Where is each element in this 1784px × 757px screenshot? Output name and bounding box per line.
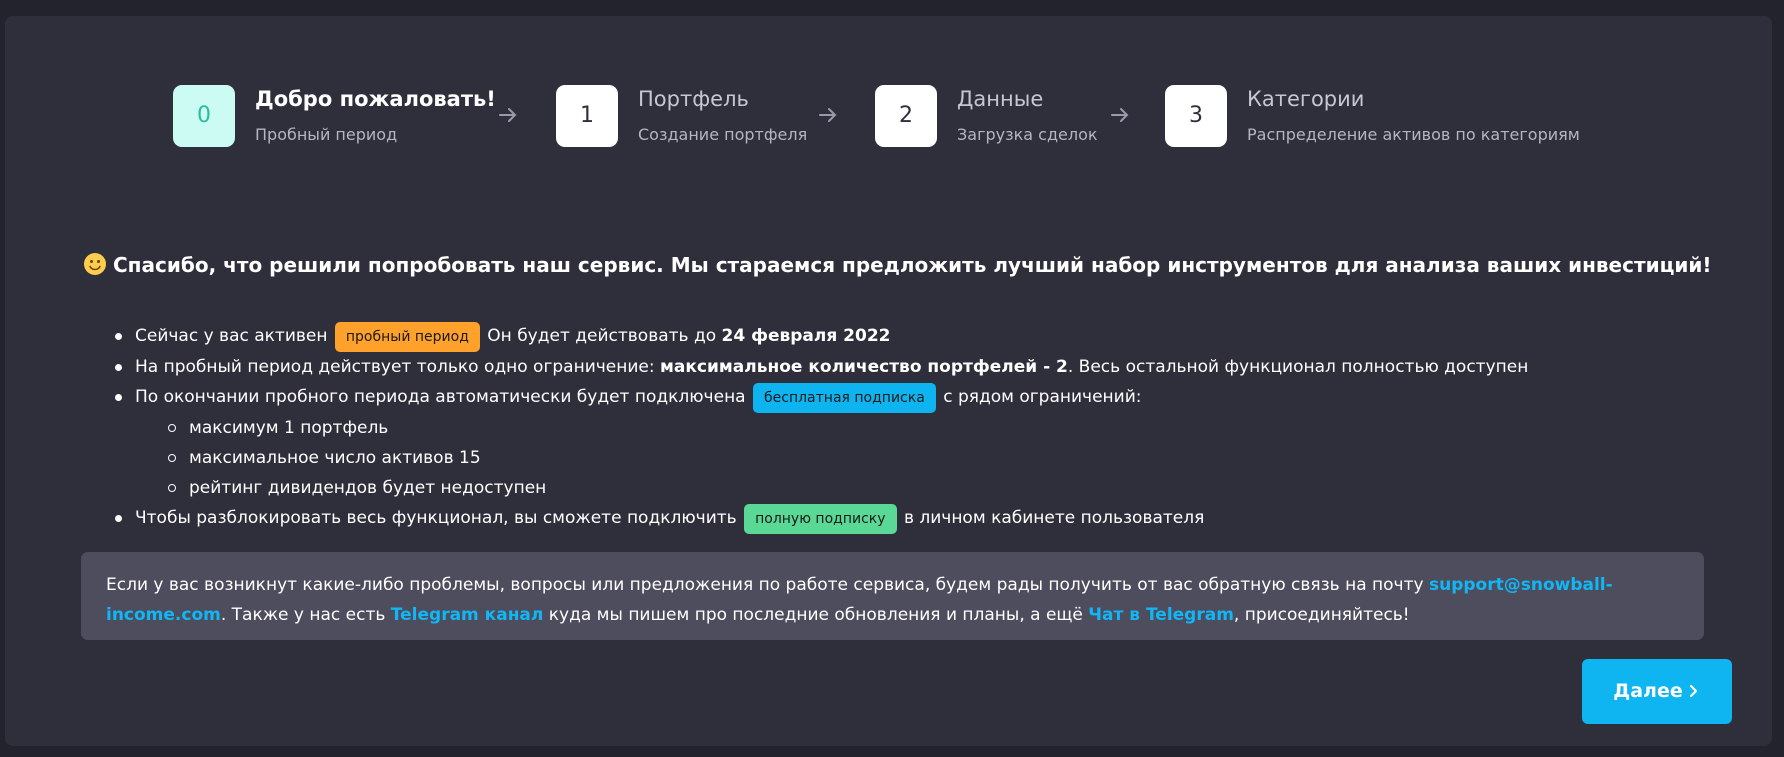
list-item: По окончании пробного периода автоматиче… [111,382,1528,413]
list-item: Чтобы разблокировать весь функционал, вы… [111,503,1528,534]
onboarding-stepper: 0 Добро пожаловать! Пробный период 1 Пор… [173,85,1772,149]
step-number: 2 [875,85,937,147]
info-text: , присоединяйтесь! [1233,605,1410,625]
support-info-box: Если у вас возникнут какие-либо проблемы… [81,552,1704,640]
list-item: На пробный период действует только одно … [111,352,1528,382]
welcome-heading: Спасибо, что решили попробовать наш серв… [83,252,1712,277]
list-text-bold: максимальное количество портфелей - 2 [660,357,1068,377]
full-subscription-badge: полную подписку [744,504,897,534]
step-subtitle: Создание портфеля [638,125,808,144]
list-text: в личном кабинете пользователя [903,508,1205,528]
list-item: Сейчас у вас активен пробный период Он б… [111,321,1528,352]
list-text: Чтобы разблокировать весь функционал, вы… [135,508,737,528]
step-number: 3 [1165,85,1227,147]
heading-text: Спасибо, что решили попробовать наш серв… [113,253,1712,277]
info-text: . Также у нас есть [220,605,386,625]
list-text: с рядом ограничений: [943,387,1142,407]
welcome-panel: 0 Добро пожаловать! Пробный период 1 Пор… [5,16,1772,746]
list-text: . Весь остальной функционал полностью до… [1067,357,1529,377]
arrow-right-icon [496,103,520,127]
telegram-chat-link[interactable]: Чат в Telegram [1088,605,1234,625]
info-list: Сейчас у вас активен пробный период Он б… [111,321,1528,534]
next-button-label: Далее [1613,680,1683,702]
list-text: Он будет действовать до [487,326,717,346]
step-title: Категории [1247,87,1365,111]
sub-list-item: рейтинг дивидендов будет недоступен [111,473,1528,503]
list-text: На пробный период действует только одно … [135,357,655,377]
arrow-right-icon [816,103,840,127]
sub-list-item: максимальное число активов 15 [111,443,1528,473]
sub-list-item: максимум 1 портфель [111,413,1528,443]
smiley-icon [83,252,107,276]
step-number: 1 [556,85,618,147]
info-text: куда мы пишем про последние обновления и… [548,605,1083,625]
trial-period-badge: пробный период [334,322,480,352]
chevron-right-icon [1687,660,1701,698]
info-text: Если у вас возникнут какие-либо проблемы… [106,575,1424,595]
trial-end-date: 24 февраля 2022 [721,326,891,346]
step-subtitle: Распределение активов по категориям [1247,125,1580,144]
telegram-channel-link[interactable]: Telegram канал [391,605,544,625]
list-text: По окончании пробного периода автоматиче… [135,387,746,407]
arrow-right-icon [1108,103,1132,127]
step-title: Данные [957,87,1044,111]
step-title: Портфель [638,87,749,111]
free-subscription-badge: бесплатная подписка [753,383,936,413]
list-text: Сейчас у вас активен [135,326,328,346]
step-number: 0 [173,85,235,147]
step-title: Добро пожаловать! [255,87,496,111]
step-subtitle: Загрузка сделок [957,125,1098,144]
next-button[interactable]: Далее [1582,659,1732,724]
step-subtitle: Пробный период [255,125,398,144]
